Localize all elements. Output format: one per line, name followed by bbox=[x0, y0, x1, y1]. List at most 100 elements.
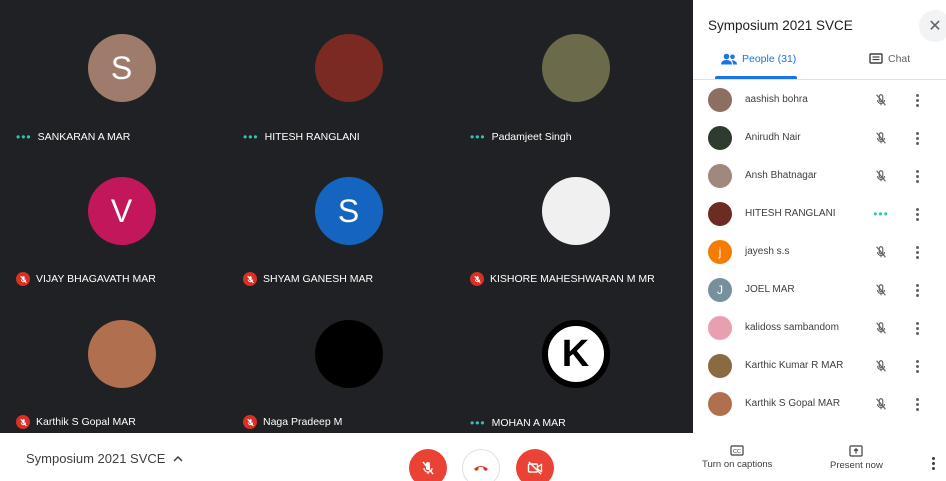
participant-name: MOHAN A MAR bbox=[491, 417, 566, 429]
participant-avatar bbox=[708, 126, 732, 150]
more-options-button[interactable] bbox=[932, 457, 935, 470]
audio-level-icon: ••• bbox=[470, 416, 486, 430]
mic-off-icon bbox=[422, 461, 434, 475]
participant-more-button[interactable] bbox=[911, 206, 923, 222]
avatar-initial: K bbox=[561, 332, 590, 375]
present-label: Present now bbox=[830, 460, 883, 471]
participant-row[interactable]: aashish bohra bbox=[693, 82, 946, 120]
participant-avatar: J bbox=[708, 278, 732, 302]
mic-off-icon bbox=[873, 130, 889, 146]
audio-level-icon: ••• bbox=[470, 130, 486, 144]
svg-text:CC: CC bbox=[733, 449, 741, 455]
people-icon bbox=[721, 53, 737, 65]
video-tile[interactable]: S ••• SANKARAN A MAR bbox=[8, 4, 235, 147]
video-tile[interactable]: Karthik S Gopal MAR bbox=[8, 290, 235, 433]
participant-name: Naga Pradeep M bbox=[263, 416, 343, 428]
participant-avatar bbox=[314, 320, 383, 388]
mic-off-icon bbox=[873, 92, 889, 108]
participant-avatar bbox=[87, 320, 156, 388]
video-tile[interactable]: ••• Padamjeet Singh bbox=[462, 4, 689, 147]
chat-icon bbox=[869, 53, 883, 64]
video-grid: S ••• SANKARAN A MAR ••• HITESH RANGLANI ••• P… bbox=[8, 4, 689, 433]
tile-label: ••• SANKARAN A MAR bbox=[16, 131, 130, 143]
tab-people-label: People (31) bbox=[742, 53, 797, 65]
tab-chat-label: Chat bbox=[888, 53, 911, 65]
video-tile[interactable]: K ••• MOHAN A MAR bbox=[462, 290, 689, 433]
participant-more-button[interactable] bbox=[911, 92, 923, 108]
mic-off-icon bbox=[873, 358, 889, 374]
participant-row[interactable]: j jayesh s.s bbox=[693, 234, 946, 272]
video-tile[interactable]: KISHORE MAHESHWARAN M MR bbox=[462, 147, 689, 290]
participant-avatar bbox=[708, 316, 732, 340]
meeting-name: Symposium 2021 SVCE bbox=[26, 451, 166, 466]
participant-list[interactable]: aashish bohra Anirudh Nair Ansh Bhatnagar H… bbox=[693, 82, 946, 433]
participant-name: KISHORE MAHESHWARAN M MR bbox=[490, 273, 655, 285]
mic-off-icon bbox=[873, 320, 889, 336]
video-tile[interactable]: ••• HITESH RANGLANI bbox=[235, 4, 462, 147]
participant-avatar bbox=[708, 88, 732, 112]
participant-avatar: S bbox=[87, 34, 156, 102]
participant-row[interactable]: kalidoss sambandom bbox=[693, 310, 946, 348]
participant-more-button[interactable] bbox=[911, 396, 923, 412]
tile-label: VIJAY BHAGAVATH MAR bbox=[16, 272, 156, 286]
participant-avatar bbox=[314, 34, 383, 102]
participant-more-button[interactable] bbox=[911, 358, 923, 374]
mic-off-icon bbox=[470, 272, 484, 286]
camera-toggle-button[interactable] bbox=[516, 449, 554, 481]
participant-name: Anirudh Nair bbox=[745, 132, 801, 143]
participant-name: HITESH RANGLANI bbox=[264, 131, 360, 143]
avatar-initial: J bbox=[717, 283, 723, 297]
captions-label: Turn on captions bbox=[702, 459, 773, 470]
avatar-initial: V bbox=[110, 192, 133, 229]
mic-off-icon bbox=[243, 415, 257, 429]
mic-off-icon bbox=[16, 272, 30, 286]
captions-icon: CC bbox=[730, 445, 744, 456]
participant-more-button[interactable] bbox=[911, 130, 923, 146]
participant-name: Karthik S Gopal MAR bbox=[745, 398, 841, 409]
video-tile[interactable]: Naga Pradeep M bbox=[235, 290, 462, 433]
participant-row[interactable]: Anirudh Nair bbox=[693, 120, 946, 158]
microphone-toggle-button[interactable] bbox=[409, 449, 447, 481]
present-icon bbox=[849, 445, 864, 457]
tile-label: Karthik S Gopal MAR bbox=[16, 415, 136, 429]
participant-row[interactable]: Karthik S Gopal MAR bbox=[693, 386, 946, 424]
tab-chat[interactable]: Chat bbox=[869, 53, 910, 65]
tile-label: SHYAM GANESH MAR bbox=[243, 272, 373, 286]
video-tile[interactable]: S SHYAM GANESH MAR bbox=[235, 147, 462, 290]
participant-avatar bbox=[708, 392, 732, 416]
participant-avatar bbox=[541, 34, 610, 102]
mic-off-icon bbox=[16, 415, 30, 429]
chevron-up-icon bbox=[173, 455, 183, 462]
participant-avatar: j bbox=[708, 240, 732, 264]
leave-call-button[interactable] bbox=[462, 449, 500, 481]
mic-off-icon bbox=[873, 168, 889, 184]
participant-more-button[interactable] bbox=[911, 244, 923, 260]
participant-avatar bbox=[541, 177, 610, 245]
present-now-button[interactable]: Present now bbox=[830, 445, 883, 471]
video-tile[interactable]: V VIJAY BHAGAVATH MAR bbox=[8, 147, 235, 290]
audio-level-icon: ••• bbox=[873, 207, 889, 221]
hang-up-icon bbox=[474, 466, 488, 471]
participant-more-button[interactable] bbox=[911, 168, 923, 184]
participant-name: jayesh s.s bbox=[745, 246, 790, 257]
captions-button[interactable]: CC Turn on captions bbox=[702, 445, 772, 470]
participant-row[interactable]: Karthic Kumar R MAR bbox=[693, 348, 946, 386]
participant-more-button[interactable] bbox=[911, 282, 923, 298]
participant-row[interactable]: Ansh Bhatnagar bbox=[693, 158, 946, 196]
participant-avatar bbox=[708, 164, 732, 188]
meeting-details-button[interactable]: Symposium 2021 SVCE bbox=[26, 451, 183, 466]
participant-avatar: V bbox=[87, 177, 156, 245]
participant-more-button[interactable] bbox=[911, 320, 923, 336]
participant-row[interactable]: HITESH RANGLANI ••• bbox=[693, 196, 946, 234]
panel-title: Symposium 2021 SVCE bbox=[708, 18, 853, 33]
close-panel-button[interactable]: ✕ bbox=[919, 10, 946, 42]
camera-off-icon bbox=[527, 461, 543, 475]
participant-avatar bbox=[708, 202, 732, 226]
audio-level-icon: ••• bbox=[243, 130, 259, 144]
tab-people[interactable]: People (31) bbox=[721, 53, 796, 65]
participant-name: SANKARAN A MAR bbox=[37, 131, 131, 143]
tab-divider bbox=[693, 79, 946, 80]
participant-name: aashish bohra bbox=[745, 94, 808, 105]
participant-row[interactable]: J JOEL MAR bbox=[693, 272, 946, 310]
tile-label: ••• MOHAN A MAR bbox=[470, 417, 566, 429]
